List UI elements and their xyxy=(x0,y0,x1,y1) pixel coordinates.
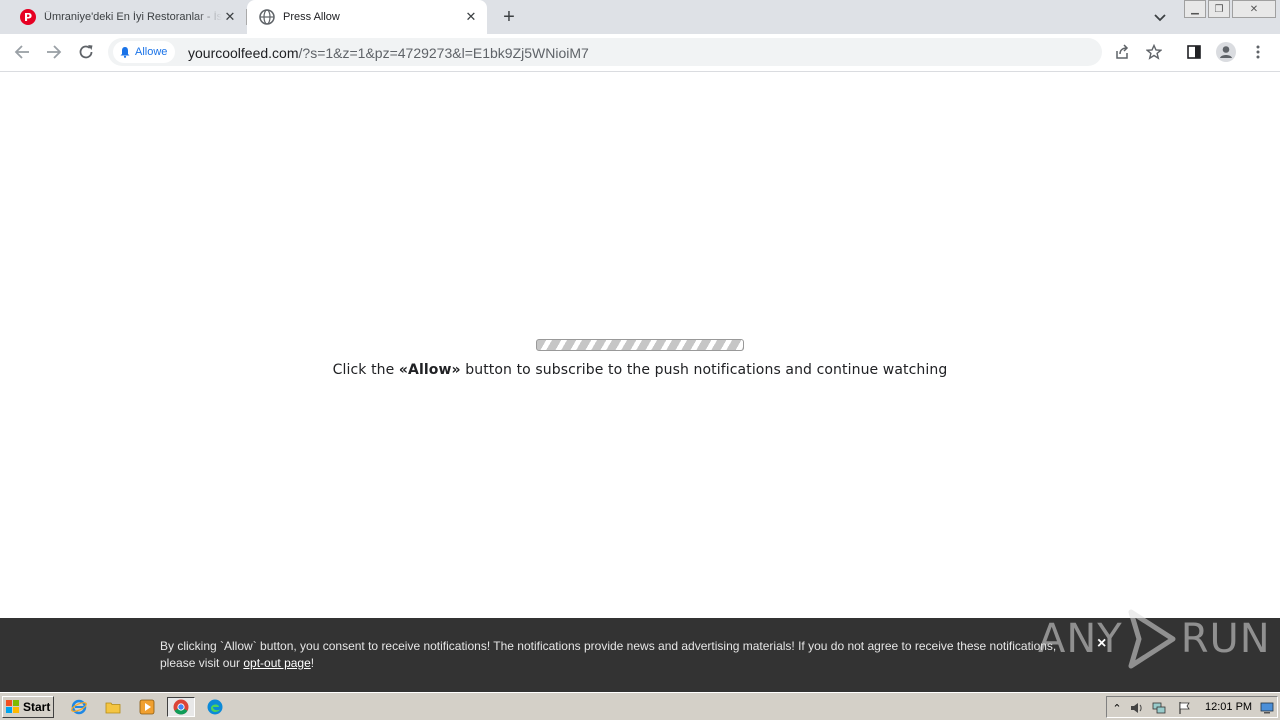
new-tab-button[interactable]: + xyxy=(499,7,519,27)
banner-message-end: ! xyxy=(310,656,315,670)
notification-permission-chip[interactable]: Allowe xyxy=(113,41,176,63)
share-icon xyxy=(1116,44,1129,59)
globe-icon xyxy=(259,9,275,25)
kebab-menu-icon xyxy=(1256,45,1260,59)
show-desktop-icon[interactable] xyxy=(1259,700,1275,716)
taskbar-clock: 12:01 PM xyxy=(1205,701,1253,713)
opt-out-link[interactable]: opt-out page xyxy=(243,656,310,670)
instruction-text-end: button to subscribe to the push notifica… xyxy=(460,362,948,378)
monitor-icon xyxy=(1260,702,1274,714)
forward-button[interactable] xyxy=(44,42,64,62)
anyrun-watermark: ANY RUN xyxy=(1038,606,1271,672)
taskbar-ie[interactable] xyxy=(68,697,90,717)
url-host: yourcoolfeed.com xyxy=(188,45,299,61)
menu-button[interactable] xyxy=(1248,42,1268,62)
taskbar-explorer[interactable] xyxy=(102,697,124,717)
tab-close-button[interactable]: ✕ xyxy=(463,9,479,25)
tab-search-chevron-icon[interactable] xyxy=(1152,9,1168,25)
banner-text: By clicking `Allow` button, you consent … xyxy=(160,638,1080,672)
svg-text:P: P xyxy=(24,11,32,24)
reload-icon xyxy=(79,45,93,59)
back-button[interactable] xyxy=(12,42,32,62)
start-label: Start xyxy=(23,700,51,714)
folder-icon xyxy=(105,702,121,714)
computer-network-icon xyxy=(1152,702,1166,714)
action-center-flag-icon[interactable] xyxy=(1177,700,1193,716)
star-icon xyxy=(1146,44,1162,60)
tab-pinterest[interactable]: P Ümraniye'deki En İyi Restoranlar - İs … xyxy=(0,0,246,34)
side-panel-button[interactable] xyxy=(1184,42,1204,62)
tray-expand-icon[interactable]: ⌃ xyxy=(1109,700,1125,716)
bookmark-button[interactable] xyxy=(1144,42,1164,62)
tab-title: Ümraniye'deki En İyi Restoranlar - İs xyxy=(44,11,222,23)
taskbar-chrome[interactable] xyxy=(167,697,195,717)
reload-button[interactable] xyxy=(76,42,96,62)
browser-toolbar: Allowe yourcoolfeed.com/?s=1&z=1&pz=4729… xyxy=(0,34,1280,72)
url-path: /?s=1&z=1&pz=4729273&l=E1bk9Zj5WNioiM7 xyxy=(298,45,589,61)
share-button[interactable] xyxy=(1112,42,1132,62)
taskbar-edge[interactable] xyxy=(204,697,226,717)
tab-press-allow[interactable]: Press Allow ✕ xyxy=(247,0,487,34)
window-close-button[interactable]: ✕ xyxy=(1232,0,1276,18)
watermark-text-right: RUN xyxy=(1180,616,1271,662)
minimize-button[interactable]: ▁ xyxy=(1184,0,1206,18)
windows-flag-icon xyxy=(6,700,19,713)
start-button[interactable]: Start xyxy=(2,696,54,718)
url-text[interactable]: yourcoolfeed.com/?s=1&z=1&pz=4729273&l=E… xyxy=(188,45,589,61)
flag-icon xyxy=(1179,702,1190,714)
taskbar-media-player[interactable] xyxy=(136,697,158,717)
watermark-text-left: ANY xyxy=(1038,616,1123,662)
volume-icon[interactable] xyxy=(1129,700,1145,716)
address-bar[interactable]: Allowe yourcoolfeed.com/?s=1&z=1&pz=4729… xyxy=(108,38,1102,66)
taskbar: Start ⌃ 12:01 PM xyxy=(0,692,1280,720)
play-logo-icon xyxy=(1128,609,1176,669)
instruction-text: Click the xyxy=(332,362,399,378)
edge-icon xyxy=(207,699,223,715)
speaker-icon xyxy=(1131,703,1142,713)
arrow-left-icon xyxy=(14,45,29,59)
allow-instruction: Click the «Allow» button to subscribe to… xyxy=(0,362,1280,378)
bell-icon xyxy=(120,47,130,58)
chrome-icon xyxy=(173,699,189,715)
system-tray: ⌃ 12:01 PM xyxy=(1106,696,1278,718)
pinterest-icon: P xyxy=(20,9,36,25)
site-chip-label: Allowe xyxy=(135,46,168,58)
media-player-icon xyxy=(139,699,155,715)
tab-title: Press Allow xyxy=(283,11,340,23)
internet-explorer-icon xyxy=(71,699,87,715)
profile-button[interactable] xyxy=(1216,42,1236,62)
tab-strip: P Ümraniye'deki En İyi Restoranlar - İs … xyxy=(0,0,1280,34)
arrow-right-icon xyxy=(47,45,62,59)
tab-close-button[interactable]: ✕ xyxy=(222,9,238,25)
network-icon[interactable] xyxy=(1151,700,1167,716)
instruction-allow-emphasis: «Allow» xyxy=(398,362,461,378)
restore-button[interactable]: ❐ xyxy=(1208,0,1230,18)
side-panel-icon xyxy=(1187,45,1201,59)
avatar-icon xyxy=(1216,42,1236,62)
loading-progress-bar xyxy=(536,339,744,351)
